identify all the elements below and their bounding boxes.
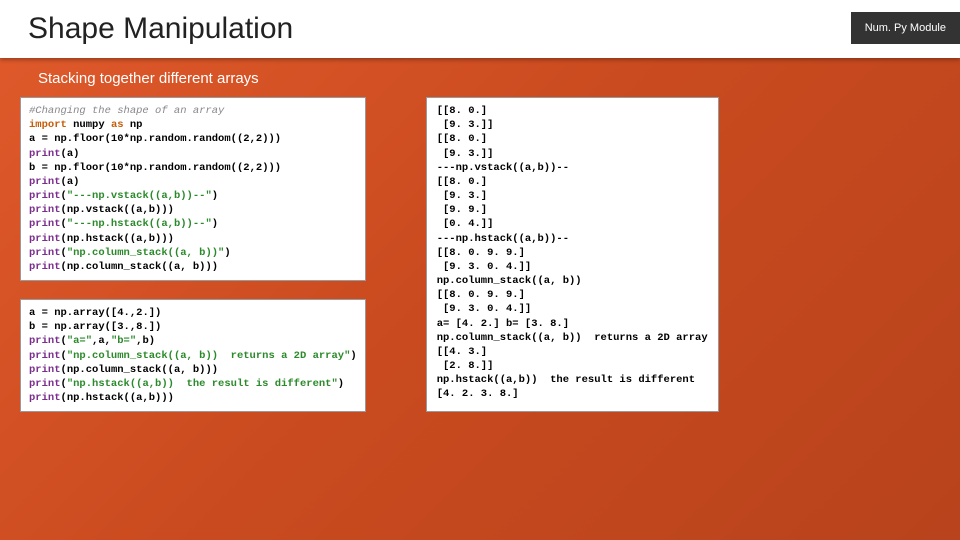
t: (a) xyxy=(61,176,80,188)
t: ) xyxy=(338,378,344,390)
out: np.hstack((a,b)) the result is different xyxy=(437,374,695,386)
t: ]) xyxy=(149,321,162,333)
bi: print xyxy=(29,392,61,404)
str: "b=" xyxy=(111,335,136,347)
t: *np. xyxy=(124,162,149,174)
str: "np.column_stack((a, b)) returns a 2D ar… xyxy=(67,350,351,362)
t: floor( xyxy=(73,133,111,145)
str: "np.hstack((a,b)) the result is differen… xyxy=(67,378,338,390)
out: ---np.hstack((a,b))-- xyxy=(437,233,569,245)
t: 2. xyxy=(136,307,149,319)
out: [9. 9.] xyxy=(437,204,487,216)
t: floor( xyxy=(73,162,111,174)
mod: np xyxy=(130,119,143,131)
out: [9. 3.]] xyxy=(437,148,494,160)
subtitle: Stacking together different arrays xyxy=(0,58,960,97)
bi: print xyxy=(29,218,61,230)
t: ,b) xyxy=(136,335,155,347)
t: ) xyxy=(212,190,218,202)
code-comment: #Changing the shape of an array xyxy=(29,105,224,117)
t: (a) xyxy=(61,148,80,160)
t: 10 xyxy=(111,162,124,174)
out: [[8. 0.] xyxy=(437,176,487,188)
t: column_stack((a, b))) xyxy=(86,261,218,273)
module-badge: Num. Py Module xyxy=(851,12,960,44)
t: array([ xyxy=(73,321,117,333)
t: random.random(( xyxy=(149,162,244,174)
t: ) xyxy=(212,218,218,230)
t: a = np. xyxy=(29,307,73,319)
t: (np. xyxy=(61,392,86,404)
t: b = np. xyxy=(29,162,73,174)
str: "a=" xyxy=(67,335,92,347)
t: random.random(( xyxy=(149,133,244,145)
t: hstack((a,b))) xyxy=(86,392,174,404)
str: "---np.hstack((a,b))--" xyxy=(67,218,212,230)
t: 10 xyxy=(111,133,124,145)
out: [[8. 0.] xyxy=(437,133,487,145)
t: array([ xyxy=(73,307,117,319)
t: (np. xyxy=(61,364,86,376)
page-title: Shape Manipulation xyxy=(28,12,293,46)
out: np.column_stack((a, b)) xyxy=(437,275,582,287)
out: ---np.vstack((a,b))-- xyxy=(437,162,569,174)
bi: print xyxy=(29,350,61,362)
out: [9. 3. 0. 4.]] xyxy=(437,261,532,273)
bi: print xyxy=(29,378,61,390)
out: [[8. 0. 9. 9.] xyxy=(437,247,525,259)
t: *np. xyxy=(124,133,149,145)
t: (np. xyxy=(61,204,86,216)
t: ) xyxy=(350,350,356,362)
out: [[4. 3.] xyxy=(437,346,487,358)
bi: print xyxy=(29,233,61,245)
bi: print xyxy=(29,335,61,347)
t: a = np. xyxy=(29,133,73,145)
t: b = np. xyxy=(29,321,73,333)
t: ]) xyxy=(149,307,162,319)
bi: print xyxy=(29,190,61,202)
out: [9. 3.]] xyxy=(437,119,494,131)
bi: print xyxy=(29,261,61,273)
t: ) xyxy=(224,247,230,259)
out: [[8. 0.] xyxy=(437,105,487,117)
out: [9. 3.] xyxy=(437,190,487,202)
t: (np. xyxy=(61,261,86,273)
bi: print xyxy=(29,176,61,188)
output-block: [[8. 0.] [9. 3.]] [[8. 0.] [9. 3.]] ---n… xyxy=(426,97,719,412)
t: hstack((a,b))) xyxy=(86,233,174,245)
bi: print xyxy=(29,204,61,216)
kw: as xyxy=(111,119,124,131)
out: [[8. 0. 9. 9.] xyxy=(437,289,525,301)
t: (np. xyxy=(61,233,86,245)
t: ))) xyxy=(262,133,281,145)
t: ,a, xyxy=(92,335,111,347)
kw: import xyxy=(29,119,67,131)
out: [2. 8.]] xyxy=(437,360,494,372)
code-block-2: a = np.array([4.,2.]) b = np.array([3.,8… xyxy=(20,299,366,412)
bi: print xyxy=(29,148,61,160)
out: [4. 2. 3. 8.] xyxy=(437,388,519,400)
out: [0. 4.]] xyxy=(437,218,494,230)
str: "np.column_stack((a, b))" xyxy=(67,247,225,259)
mod: numpy xyxy=(73,119,105,131)
str: "---np.vstack((a,b))--" xyxy=(67,190,212,202)
t: column_stack((a, b))) xyxy=(86,364,218,376)
out: [9. 3. 0. 4.]] xyxy=(437,303,532,315)
t: 3. xyxy=(117,321,130,333)
t: vstack((a,b))) xyxy=(86,204,174,216)
out: np.column_stack((a, b)) returns a 2D arr… xyxy=(437,332,708,344)
out: a= [4. 2.] b= [3. 8.] xyxy=(437,318,569,330)
bi: print xyxy=(29,364,61,376)
content-area: #Changing the shape of an array import n… xyxy=(0,97,960,412)
header-bar: Shape Manipulation Num. Py Module xyxy=(0,0,960,58)
code-column: #Changing the shape of an array import n… xyxy=(20,97,366,412)
code-block-1: #Changing the shape of an array import n… xyxy=(20,97,366,281)
t: 8. xyxy=(136,321,149,333)
bi: print xyxy=(29,247,61,259)
t: 4. xyxy=(117,307,130,319)
t: ))) xyxy=(262,162,281,174)
